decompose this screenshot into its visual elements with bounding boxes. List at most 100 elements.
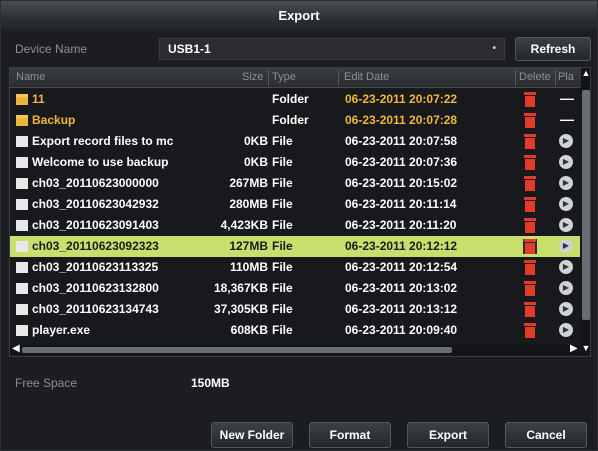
free-space-label: Free Space [15, 376, 78, 390]
file-icon [16, 325, 28, 336]
header-divider [515, 70, 516, 86]
delete-icon[interactable] [523, 239, 537, 254]
table-row[interactable]: player.exe 608KB File 06-23-2011 20:09:40 ▶ [10, 320, 580, 341]
device-select[interactable]: USB1-1 • [159, 38, 505, 60]
delete-icon[interactable] [523, 218, 537, 233]
file-type: File [272, 281, 293, 295]
header-play[interactable]: Pla [558, 71, 574, 83]
play-icon[interactable]: ▶ [559, 239, 573, 253]
file-name: Backup [32, 113, 76, 127]
table-row[interactable]: ch03_20110623113325 110MB File 06-23-2011 2… [10, 257, 580, 278]
file-name: Export record files to mc [32, 134, 174, 148]
file-edit-date: 06-23-2011 20:11:14 [345, 197, 457, 211]
table-row[interactable]: 11 Folder 06-23-2011 20:07:22 — [10, 89, 580, 110]
file-size: 18,367KB [213, 281, 268, 295]
file-type: Folder [272, 92, 309, 106]
scroll-left-icon[interactable]: ◀ [12, 343, 20, 354]
vertical-scrollbar[interactable]: ▲ ▼ [581, 68, 590, 356]
delete-icon[interactable] [523, 260, 537, 275]
header-size[interactable]: Size [242, 71, 263, 83]
file-edit-date: 06-23-2011 20:07:22 [345, 92, 458, 106]
button-bar: New Folder Format Export Cancel [1, 415, 597, 451]
vertical-scroll-thumb[interactable] [582, 90, 590, 320]
delete-icon[interactable] [523, 176, 537, 191]
file-edit-date: 06-23-2011 20:07:58 [345, 134, 458, 148]
delete-icon[interactable] [523, 113, 537, 128]
delete-icon[interactable] [523, 302, 537, 317]
table-row[interactable]: Welcome to use backup 0KB File 06-23-2011 2… [10, 152, 580, 173]
delete-icon[interactable] [523, 92, 537, 107]
delete-icon[interactable] [523, 155, 537, 170]
format-button[interactable]: Format [309, 422, 391, 448]
play-icon[interactable]: ▶ [559, 260, 573, 274]
file-size: 608KB [230, 323, 268, 337]
table-row[interactable]: Backup Folder 06-23-2011 20:07:28 — [10, 110, 580, 131]
delete-icon[interactable] [523, 197, 537, 212]
free-space-row: Free Space 150MB [9, 373, 591, 393]
play-icon[interactable]: ▶ [559, 134, 573, 148]
table-row[interactable]: Export record files to mc 0KB File 06-23-20… [10, 131, 580, 152]
scroll-down-icon[interactable]: ▼ [581, 343, 590, 355]
header-divider [555, 70, 556, 86]
file-type: File [272, 176, 293, 190]
scroll-right-icon[interactable]: ▶ [570, 343, 578, 354]
table-row[interactable]: ch03_20110623134743 37,305KB File 06-23-201… [10, 299, 580, 320]
file-type: File [272, 218, 293, 232]
delete-icon[interactable] [523, 281, 537, 296]
delete-icon[interactable] [523, 134, 537, 149]
horizontal-scrollbar[interactable]: ◀ ▶ [10, 343, 580, 355]
file-type: File [272, 302, 293, 316]
play-icon[interactable]: ▶ [559, 281, 573, 295]
file-icon [16, 283, 28, 294]
new-folder-button[interactable]: New Folder [211, 422, 293, 448]
file-size: 0KB [243, 134, 268, 148]
play-icon[interactable]: ▶ [559, 176, 573, 190]
folder-icon [16, 115, 28, 126]
file-name: ch03_20110623132800 [32, 281, 159, 295]
file-type: File [272, 260, 293, 274]
file-icon [16, 157, 28, 168]
table-row[interactable]: ch03_20110623091403 4,423KB File 06-23-2011… [10, 215, 580, 236]
file-name: 11 [32, 92, 45, 106]
file-name: ch03_20110623000000 [32, 176, 159, 190]
play-icon[interactable]: ▶ [559, 155, 573, 169]
file-size: 110MB [229, 260, 268, 274]
header-delete[interactable]: Delete [519, 71, 551, 83]
file-type: File [272, 323, 293, 337]
table-row[interactable]: ch03_20110623042932 280MB File 06-23-2011 2… [10, 194, 580, 215]
header-name[interactable]: Name [16, 71, 45, 83]
header-edit-date[interactable]: Edit Date [344, 71, 389, 83]
device-name-label: Device Name [15, 42, 88, 56]
play-icon[interactable]: ▶ [559, 302, 573, 316]
file-edit-date: 06-23-2011 20:12:12 [345, 239, 458, 253]
export-button[interactable]: Export [407, 422, 489, 448]
table-row[interactable]: ch03_20110623000000 267MB File 06-23-2011 2… [10, 173, 580, 194]
file-name: player.exe [32, 323, 91, 337]
file-icon [16, 220, 28, 231]
file-name: ch03_20110623134743 [32, 302, 159, 316]
play-icon[interactable]: ▶ [559, 218, 573, 232]
file-edit-date: 06-23-2011 20:09:40 [345, 323, 458, 337]
file-edit-date: 06-23-2011 20:13:12 [345, 302, 458, 316]
file-icon [16, 199, 28, 210]
scroll-up-icon[interactable]: ▲ [581, 68, 590, 80]
file-icon [16, 241, 28, 252]
file-name: ch03_20110623092323 [32, 239, 159, 253]
file-size: 37,305KB [213, 302, 268, 316]
dialog-title: Export [1, 1, 597, 31]
cancel-button[interactable]: Cancel [505, 422, 587, 448]
delete-icon[interactable] [523, 323, 537, 338]
file-type: Folder [272, 113, 309, 127]
file-edit-date: 06-23-2011 20:11:20 [345, 218, 457, 232]
play-icon[interactable]: ▶ [559, 323, 573, 337]
play-icon[interactable]: ▶ [559, 197, 573, 211]
device-select-value: USB1-1 [168, 42, 211, 56]
file-size: 0KB [243, 155, 268, 169]
folder-icon [16, 94, 28, 105]
header-type[interactable]: Type [272, 71, 296, 83]
refresh-button[interactable]: Refresh [515, 37, 591, 61]
horizontal-scroll-thumb[interactable] [22, 347, 452, 353]
table-row[interactable]: ch03_20110623132800 18,367KB File 06-23-201… [10, 278, 580, 299]
table-row[interactable]: ch03_20110623092323 127MB File 06-23-2011 2… [10, 236, 580, 257]
file-name: ch03_20110623042932 [32, 197, 159, 211]
